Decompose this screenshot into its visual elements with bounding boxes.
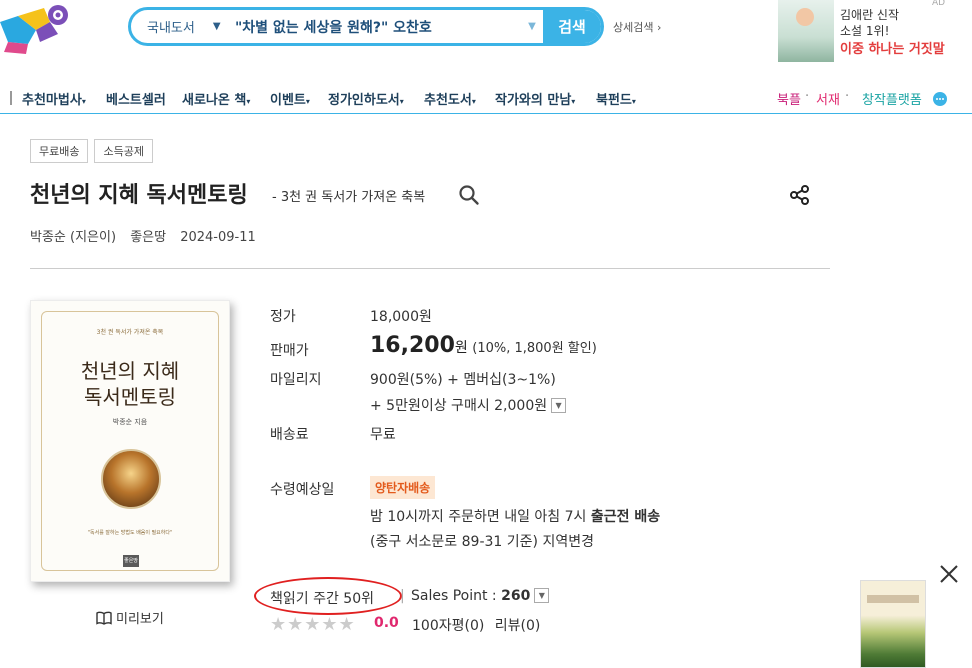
mileage-dropdown-icon[interactable]: ▼	[551, 397, 567, 413]
cover-publisher-logo: 좋은땅	[123, 555, 139, 567]
delivery-info-line2[interactable]: (중구 서소문로 89-31 기준) 지역변경	[370, 531, 594, 551]
shipping-label: 배송료	[270, 427, 309, 443]
search-category-label: 국내도서	[147, 21, 195, 36]
search-category-select[interactable]: 국내도서 ▼	[131, 10, 231, 43]
sales-point-dropdown-icon[interactable]: ▼	[534, 587, 550, 603]
nav-bookple[interactable]: 북플	[777, 89, 801, 108]
product-title: 천년의 지혜 독서멘토링	[30, 183, 248, 208]
search-button[interactable]: 검색	[543, 10, 601, 43]
share-icon[interactable]	[789, 184, 811, 206]
nav-item-recommend-wizard[interactable]: 추천마법사▾	[22, 89, 86, 108]
divider	[30, 268, 830, 269]
advanced-search-link[interactable]: 상세검색 ›	[613, 19, 661, 35]
author-link[interactable]: 박종순 (지은이)	[30, 230, 116, 245]
product-meta: 박종순 (지은이) 좋은땅 2024-09-11	[30, 226, 266, 245]
chevron-down-icon: ▼	[212, 21, 221, 32]
sale-price-unit: 원	[454, 340, 468, 356]
ad-book-thumbnail[interactable]	[778, 0, 834, 62]
mileage-value: 900원(5%) + 멤버십(3~1%)	[370, 372, 556, 388]
product-tags: 무료배송 소득공제	[30, 139, 153, 163]
nav-item-events[interactable]: 이벤트▾	[270, 89, 310, 108]
mileage-extra: + 5만원이상 구매시 2,000원 ▼	[370, 395, 567, 415]
floating-book-thumbnail[interactable]	[860, 580, 926, 668]
book-open-icon	[96, 611, 112, 625]
search-input[interactable]	[231, 18, 521, 35]
star-rating-icon: ★★★★★	[270, 614, 356, 635]
ad-tag: AD	[932, 0, 946, 8]
cover-title-line2: 독서멘토링	[84, 385, 176, 409]
cover-quote: "독서를 잘하는 방법도 배움이 필요하다"	[87, 530, 173, 536]
review-link[interactable]: 리뷰(0)	[495, 618, 541, 634]
sale-price: 16,200원 (10%, 1,800원 할인)	[370, 333, 597, 358]
nav-menu-bar	[10, 91, 12, 105]
list-price-label: 정가	[270, 309, 296, 325]
sales-point: Sales Point : 260 ▼	[411, 587, 550, 604]
more-icon[interactable]	[933, 92, 947, 106]
shipping-value: 무료	[370, 427, 396, 443]
sale-price-number: 16,200	[370, 333, 455, 358]
preview-label: 미리보기	[116, 612, 164, 627]
reading-week-rank[interactable]: 책읽기 주간 50위	[270, 588, 374, 608]
free-shipping-tag: 무료배송	[30, 139, 89, 163]
nav-item-bookfund[interactable]: 북펀드▾	[596, 89, 636, 108]
mileage-label: 마일리지	[270, 372, 322, 388]
review-100-link[interactable]: 100자평(0)	[412, 618, 484, 634]
reviews: 100자평(0) 리뷰(0)	[412, 615, 540, 635]
rating-score: 0.0	[374, 615, 399, 631]
nav-item-recommended-books[interactable]: 추천도서▾	[424, 89, 476, 108]
carpet-delivery-badge: 양탄자배송	[370, 476, 436, 499]
nav-item-new-books[interactable]: 새로나온 책▾	[182, 89, 250, 108]
publisher-link[interactable]: 좋은땅	[130, 230, 166, 245]
nav-item-price-cut[interactable]: 정가인하도서▾	[328, 89, 404, 108]
nav-separator: ·	[805, 89, 810, 104]
cover-subtitle: 3천 권 독서가 가져온 축복	[96, 329, 164, 336]
sale-discount: (10%, 1,800원 할인)	[472, 341, 597, 356]
separator: |	[400, 588, 405, 604]
delivery-label: 수령예상일	[270, 482, 335, 498]
preview-button[interactable]: 미리보기	[96, 608, 164, 627]
cover-title-line1: 천년의 지혜	[80, 359, 180, 383]
ad-line2[interactable]: 소설 1위!	[840, 22, 889, 39]
search-history-dropdown-icon[interactable]: ▼	[521, 21, 543, 32]
delivery-info-line1: 밤 10시까지 주문하면 내일 아침 7시 출근전 배송	[370, 509, 661, 525]
product-subtitle: - 3천 권 독서가 가져온 축복	[272, 190, 426, 205]
close-icon[interactable]	[938, 563, 960, 585]
cover-author: 박종순 지음	[112, 418, 148, 426]
global-nav: 추천마법사▾ 베스트셀러 새로나온 책▾ 이벤트▾ 정가인하도서▾ 추천도서▾ …	[0, 84, 972, 114]
nav-separator: ·	[845, 89, 850, 104]
sale-price-label: 판매가	[270, 343, 309, 359]
aladin-lamp-logo[interactable]	[0, 0, 80, 58]
ad-line1[interactable]: 김애란 신작	[840, 6, 899, 23]
list-price-value: 18,000원	[370, 309, 432, 325]
search-bar: 국내도서 ▼ ▼ 검색	[128, 7, 604, 46]
cover-illustration	[101, 449, 161, 509]
search-icon[interactable]	[458, 184, 480, 206]
nav-item-bestseller[interactable]: 베스트셀러	[106, 89, 166, 108]
book-cover[interactable]: 3천 권 독서가 가져온 축복 천년의 지혜 독서멘토링 박종순 지음 "독서를…	[30, 300, 230, 582]
ad-line3[interactable]: 이중 하나는 거짓말	[840, 38, 945, 57]
tax-deduction-tag: 소득공제	[94, 139, 153, 163]
nav-item-author-meeting[interactable]: 작가와의 만남▾	[495, 89, 575, 108]
nav-seojae[interactable]: 서재	[816, 89, 840, 108]
nav-creative-platform[interactable]: 창작플랫폼	[862, 89, 922, 108]
publish-date: 2024-09-11	[180, 230, 256, 245]
